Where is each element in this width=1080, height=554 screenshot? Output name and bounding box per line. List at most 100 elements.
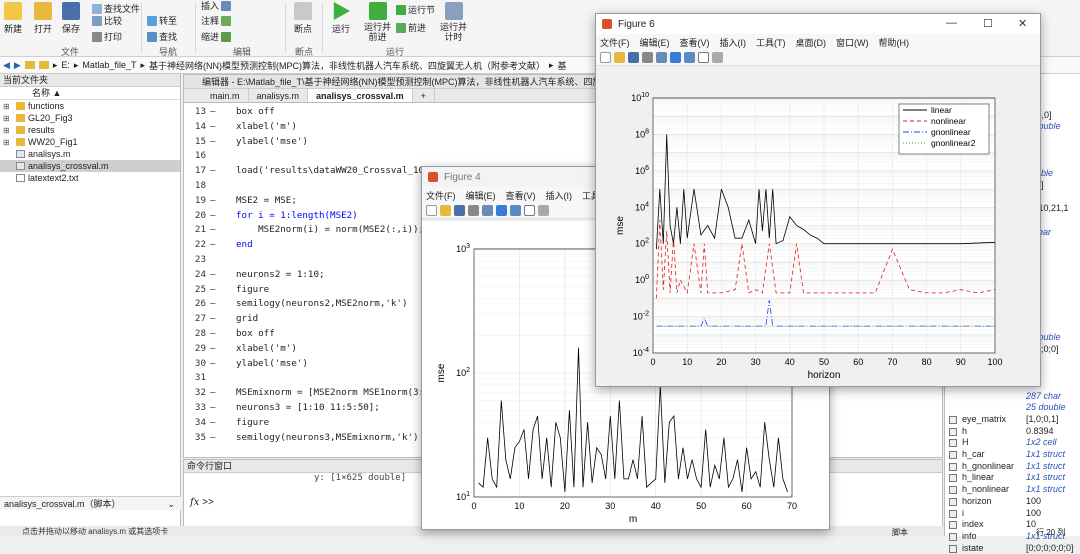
- tab-analisys-crossval[interactable]: analisys_crossval.m: [308, 89, 413, 102]
- menu-view[interactable]: 查看(V): [506, 189, 536, 202]
- panel-icon[interactable]: [538, 205, 549, 216]
- file-item[interactable]: latextext2.txt: [0, 172, 180, 184]
- menu-help[interactable]: 帮助(H): [879, 36, 910, 49]
- workspace-row[interactable]: h_linear 1x1 struct: [945, 472, 1080, 484]
- add-tab-button[interactable]: +: [413, 89, 435, 102]
- address-segment[interactable]: 基于神经网络(NN)模型预测控制(MPC)算法，非线性机器人汽车系统、四旋翼无人…: [149, 59, 545, 72]
- print-icon[interactable]: [468, 205, 479, 216]
- file-item[interactable]: ⊞ functions: [0, 100, 180, 112]
- breakpoint-gutter[interactable]: —: [210, 238, 216, 253]
- open-icon[interactable]: [440, 205, 451, 216]
- breakpoint-gutter[interactable]: —: [210, 431, 216, 446]
- pointer-icon[interactable]: [524, 205, 535, 216]
- file-item[interactable]: ⊞ WW20_Fig1: [0, 136, 180, 148]
- advance-item[interactable]: 前进: [396, 21, 426, 34]
- workspace-row[interactable]: h_gnonlinear 1x1 struct: [945, 461, 1080, 473]
- breakpoint-gutter[interactable]: —: [210, 223, 216, 238]
- comment-item[interactable]: 注释: [201, 14, 232, 27]
- new-button[interactable]: 新建: [4, 2, 22, 35]
- insert-item[interactable]: 插入: [201, 0, 232, 12]
- menu-edit[interactable]: 编辑(E): [466, 189, 496, 202]
- find-item[interactable]: 查找: [147, 30, 177, 43]
- menu-file[interactable]: 文件(F): [600, 36, 630, 49]
- workspace-row[interactable]: H 1x2 cell: [945, 437, 1080, 449]
- breakpoint-gutter[interactable]: —: [210, 386, 216, 401]
- print-item[interactable]: 打印: [92, 30, 122, 43]
- breakpoint-gutter[interactable]: —: [210, 401, 216, 416]
- workspace-row[interactable]: h_nonlinear 1x1 struct: [945, 484, 1080, 496]
- folder-up-icon[interactable]: [24, 61, 35, 69]
- legend-icon[interactable]: [684, 52, 695, 63]
- figure-6-window[interactable]: Figure 6 — ☐ ✕ 文件(F) 编辑(E) 查看(V) 插入(I) 工…: [595, 13, 1041, 387]
- file-item[interactable]: ⊞ results: [0, 124, 180, 136]
- address-segment[interactable]: Matlab_file_T: [82, 60, 136, 70]
- workspace-row[interactable]: 287 char: [945, 391, 1080, 403]
- run-advance-button[interactable]: 运行并 前进: [364, 2, 391, 42]
- breakpoint-gutter[interactable]: —: [210, 120, 216, 135]
- workspace-row[interactable]: h 0.8394: [945, 426, 1080, 438]
- file-item[interactable]: analisys_crossval.m: [0, 160, 180, 172]
- menu-insert[interactable]: 插入(I): [546, 189, 573, 202]
- address-segment[interactable]: E:: [61, 60, 70, 70]
- colorbar-icon[interactable]: [496, 205, 507, 216]
- legend-icon[interactable]: [510, 205, 521, 216]
- maximize-icon[interactable]: ☐: [983, 17, 993, 30]
- breakpoint-gutter[interactable]: —: [210, 209, 216, 224]
- breakpoint-gutter[interactable]: —: [210, 135, 216, 150]
- address-segment[interactable]: 基: [558, 59, 567, 72]
- workspace-row[interactable]: h_car 1x1 struct: [945, 449, 1080, 461]
- workspace-row[interactable]: i 100: [945, 508, 1080, 520]
- run-section-item[interactable]: 运行节: [396, 3, 435, 16]
- breakpoint-gutter[interactable]: —: [210, 194, 216, 209]
- breakpoint-gutter[interactable]: —: [210, 164, 216, 179]
- new-icon[interactable]: [600, 52, 611, 63]
- new-icon[interactable]: [426, 205, 437, 216]
- menu-insert[interactable]: 插入(I): [720, 36, 747, 49]
- zoom-icon[interactable]: [656, 52, 667, 63]
- save-icon[interactable]: [628, 52, 639, 63]
- save-icon[interactable]: [454, 205, 465, 216]
- breakpoint-gutter[interactable]: —: [210, 416, 216, 431]
- close-icon[interactable]: ✕: [1018, 17, 1027, 30]
- chevron-down-icon[interactable]: ⌄: [167, 497, 175, 511]
- breakpoint-gutter[interactable]: —: [210, 342, 216, 357]
- zoom-icon[interactable]: [482, 205, 493, 216]
- goto-item[interactable]: 转至: [147, 14, 177, 27]
- indent-item[interactable]: 缩进: [201, 30, 232, 43]
- menu-tools[interactable]: 工具(T): [756, 36, 786, 49]
- run-button[interactable]: 运行: [332, 2, 350, 35]
- workspace-row[interactable]: 25 double: [945, 402, 1080, 414]
- file-item[interactable]: analisys.m: [0, 148, 180, 160]
- breakpoint-gutter[interactable]: —: [210, 283, 216, 298]
- tab-analisys[interactable]: analisys.m: [249, 89, 309, 102]
- details-panel[interactable]: analisys_crossval.m（脚本） ⌄: [0, 496, 181, 510]
- menu-window[interactable]: 窗口(W): [836, 36, 869, 49]
- workspace-row[interactable]: eye_matrix [1,0;0,1]: [945, 414, 1080, 426]
- pointer-icon[interactable]: [698, 52, 709, 63]
- colorbar-icon[interactable]: [670, 52, 681, 63]
- breakpoint-gutter[interactable]: —: [210, 268, 216, 283]
- menu-file[interactable]: 文件(F): [426, 189, 456, 202]
- workspace-row[interactable]: istate [0;0;0;0;0;0]: [945, 543, 1080, 554]
- breakpoint-gutter[interactable]: —: [210, 327, 216, 342]
- print-icon[interactable]: [642, 52, 653, 63]
- breakpoint-gutter[interactable]: —: [210, 312, 216, 327]
- open-button[interactable]: 打开: [34, 2, 52, 35]
- minimize-icon[interactable]: —: [946, 17, 957, 29]
- figure-6-titlebar[interactable]: Figure 6 — ☐ ✕: [596, 14, 1040, 34]
- panel-icon[interactable]: [712, 52, 723, 63]
- name-column-header[interactable]: 名称 ▲: [0, 87, 180, 100]
- menu-view[interactable]: 查看(V): [680, 36, 710, 49]
- open-icon[interactable]: [614, 52, 625, 63]
- breakpoint-gutter[interactable]: —: [210, 105, 216, 120]
- compare-item[interactable]: 比较: [92, 14, 122, 27]
- breakpoint-gutter[interactable]: —: [210, 357, 216, 372]
- menu-desktop[interactable]: 桌面(D): [796, 36, 827, 49]
- breakpoint-gutter[interactable]: —: [210, 297, 216, 312]
- back-icon[interactable]: ◀: [3, 60, 10, 71]
- workspace-row[interactable]: horizon 100: [945, 496, 1080, 508]
- menu-edit[interactable]: 编辑(E): [640, 36, 670, 49]
- tab-main[interactable]: main.m: [202, 89, 249, 102]
- file-item[interactable]: ⊞ GL20_Fig3: [0, 112, 180, 124]
- browse-icon[interactable]: [38, 61, 49, 69]
